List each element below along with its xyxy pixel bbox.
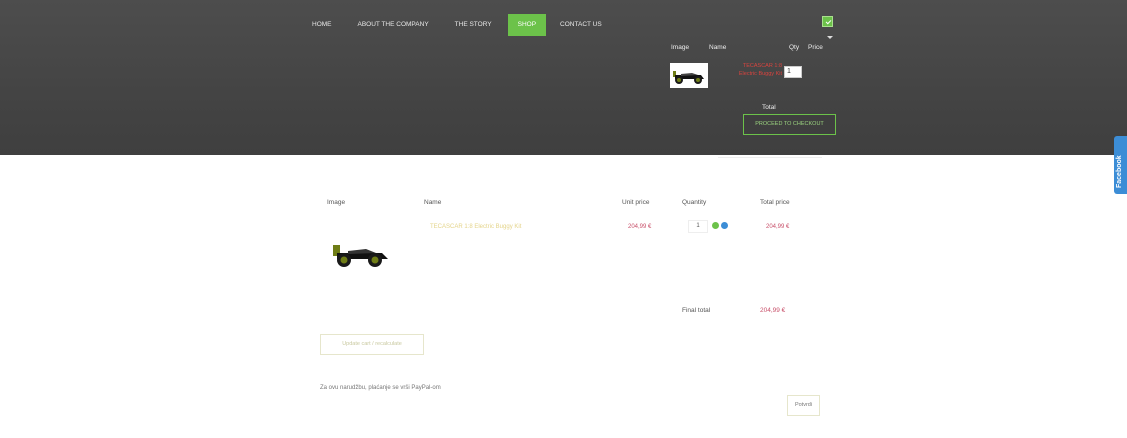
remove-icon[interactable]: [721, 222, 728, 229]
nav-home[interactable]: HOME: [306, 14, 338, 36]
main-nav: HOME ABOUT THE COMPANY THE STORY SHOP CO…: [306, 14, 608, 36]
facebook-tab-label: Facebook: [1116, 155, 1123, 188]
mini-cart-header-qty: Qty: [789, 44, 800, 51]
mini-cart-header-price: Price: [808, 44, 823, 51]
mini-cart-product-name[interactable]: TECASCAR 1:8 Electric Buggy Kit: [732, 62, 782, 78]
col-header-total-price: Total price: [760, 199, 790, 206]
payment-info-text: Za ovu narudžbu, plaćanje se vrši PayPal…: [320, 385, 441, 391]
col-header-image: Image: [327, 199, 346, 206]
divider: [718, 157, 822, 158]
mini-cart-checkout-button[interactable]: PROCEED TO CHECKOUT: [743, 114, 836, 135]
nav-contact[interactable]: CONTACT US: [554, 14, 608, 36]
col-header-quantity: Quantity: [682, 199, 707, 206]
nav-about[interactable]: ABOUT THE COMPANY: [352, 14, 435, 36]
mini-cart-header-image: Image: [671, 44, 690, 51]
cart-item-quantity-input[interactable]: 1: [688, 220, 708, 233]
mini-cart-header-name: Name: [709, 44, 727, 51]
col-header-name: Name: [424, 199, 442, 206]
mini-cart-total-label: Total: [762, 104, 776, 111]
site-header: HOME ABOUT THE COMPANY THE STORY SHOP CO…: [0, 0, 1127, 155]
cart-item-total-price: 204,99 €: [766, 224, 790, 230]
facebook-tab[interactable]: Facebook: [1114, 136, 1127, 194]
submit-order-button[interactable]: Potvrdi: [787, 395, 820, 416]
buggy-image: [673, 71, 704, 84]
buggy-image: [333, 245, 388, 267]
cart-item-name-link[interactable]: TECASCAR 1:8 Electric Buggy Kit: [430, 224, 521, 230]
update-cart-button[interactable]: Update cart / recalculate: [320, 334, 424, 355]
cart-item-product-image[interactable]: [330, 239, 392, 269]
caret-down-icon[interactable]: [827, 36, 833, 39]
col-header-unit-price: Unit price: [622, 199, 650, 206]
nav-story[interactable]: THE STORY: [449, 14, 498, 36]
cart-item-unit-price: 204,99 €: [628, 224, 652, 230]
nav-shop[interactable]: SHOP: [507, 14, 547, 36]
refresh-icon[interactable]: [712, 222, 719, 229]
cart-toggle-icon[interactable]: [822, 16, 833, 27]
final-total-label: Final total: [682, 307, 711, 314]
mini-cart-qty-input[interactable]: 1: [784, 66, 802, 78]
final-total-value: 204,99 €: [760, 307, 786, 314]
mini-cart-product-thumbnail[interactable]: [670, 63, 708, 88]
